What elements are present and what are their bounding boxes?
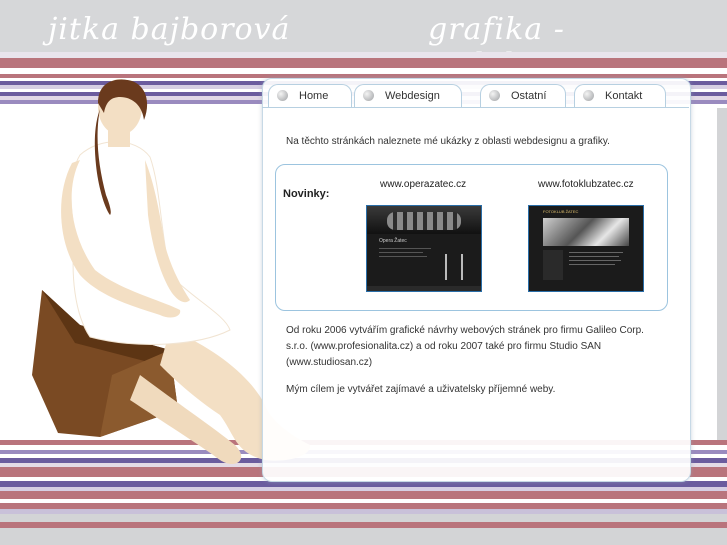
circle-bullet-icon	[363, 90, 374, 101]
about-line: (www.studiosan.cz)	[286, 357, 373, 368]
thumbnail-operazatec[interactable]: Opera Žatec	[366, 205, 482, 292]
nav-tabs: Home Webdesign Ostatní Kontakt	[262, 84, 689, 108]
thumbnail-fotoklubzatec[interactable]: FOTOKLUB ŽATEC	[528, 205, 644, 292]
tab-label: Webdesign	[385, 90, 440, 102]
thumb-header-image	[367, 206, 481, 234]
tab-kontakt[interactable]: Kontakt	[574, 84, 666, 107]
about-line: s.r.o. (www.profesionalita.cz) a od roku…	[286, 341, 602, 352]
tab-label: Home	[299, 90, 329, 102]
news-link-fotoklubzatec[interactable]: www.fotoklubzatec.cz	[538, 179, 634, 190]
white-dress	[70, 141, 231, 345]
tab-ostatni[interactable]: Ostatní	[480, 84, 566, 107]
about-line: Od roku 2006 vytvářím grafické návrhy we…	[286, 325, 644, 336]
news-label: Novinky:	[283, 188, 330, 200]
thumb-title: FOTOKLUB ŽATEC	[543, 209, 579, 214]
circle-bullet-icon	[583, 90, 594, 101]
tab-label: Kontakt	[605, 90, 643, 102]
tab-webdesign[interactable]: Webdesign	[354, 84, 462, 107]
tab-home[interactable]: Home	[268, 84, 352, 107]
tabs-divider	[262, 107, 689, 108]
thumb-header-image	[543, 218, 629, 246]
thumb-logo	[445, 254, 463, 280]
site-owner-name: jitka bajborová	[48, 12, 291, 47]
circle-bullet-icon	[277, 90, 288, 101]
left-background-strip	[0, 108, 18, 440]
circle-bullet-icon	[489, 90, 500, 101]
about-paragraph: Od roku 2006 vytvářím grafické návrhy we…	[286, 323, 666, 371]
goal-paragraph: Mým cílem je vytvářet zajímavé a uživate…	[286, 384, 556, 395]
thumb-title: Opera Žatec	[379, 238, 407, 244]
news-link-operazatec[interactable]: www.operazatec.cz	[380, 179, 466, 190]
site-header: jitka bajborová grafika - webdesign	[0, 0, 727, 82]
intro-text: Na těchto stránkách naleznete mé ukázky …	[286, 136, 610, 147]
tab-label: Ostatní	[511, 90, 547, 102]
